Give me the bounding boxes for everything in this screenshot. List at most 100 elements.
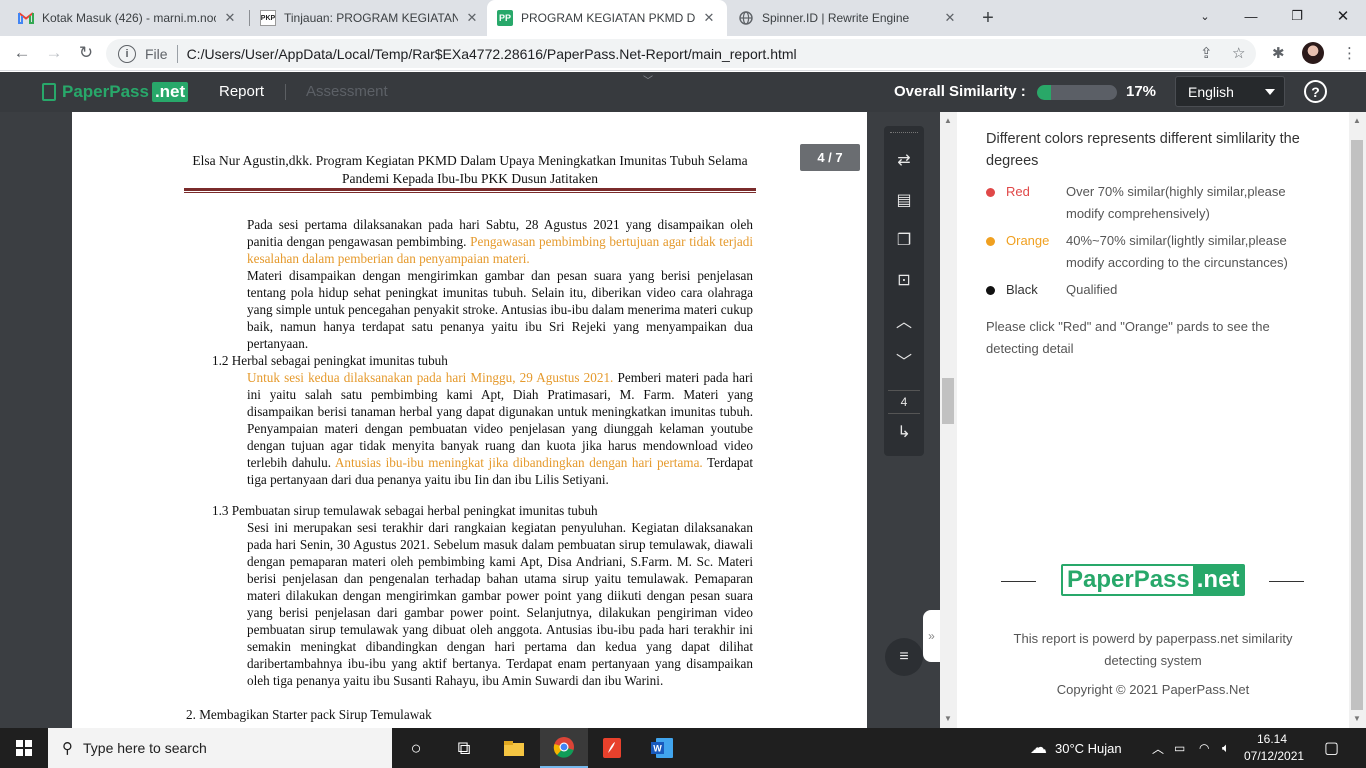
report-page: Elsa Nur Agustin,dkk. Program Kegiatan P…	[72, 112, 867, 728]
legend-black-name: Black	[1006, 282, 1038, 297]
scroll-up-arrow-icon[interactable]: ▲	[944, 116, 952, 125]
pkp-icon: PKP	[260, 10, 276, 26]
close-window-button[interactable]: ✕	[1320, 0, 1366, 32]
panel-scrollbar[interactable]: ▲ ▼	[1349, 112, 1366, 728]
minimize-button[interactable]: —	[1228, 0, 1274, 32]
chevron-up-icon[interactable]: ︿	[892, 308, 916, 332]
section-heading-1-2: 1.2 Herbal sebagai peningkat imunitas tu…	[212, 353, 448, 368]
nav-assessment[interactable]: Assessment	[306, 83, 388, 100]
wifi-icon[interactable]: ◠	[1199, 728, 1209, 768]
fit-page-icon[interactable]: ⊡	[892, 268, 916, 292]
language-value: English	[1188, 83, 1234, 100]
taskbar-clock[interactable]: 16.14 07/12/2021	[1244, 731, 1305, 765]
paragraph-session-2: Untuk sesi kedua dilaksanakan pada hari …	[247, 369, 753, 488]
orange-dot-icon	[986, 237, 995, 246]
legend-orange: Orange 40%~70% similar(lightly similar,p…	[986, 230, 1316, 274]
paragraph-session-1-materials: Materi disampaikan dengan mengirimkan ga…	[247, 268, 753, 351]
tab-spinner[interactable]: Spinner.ID | Rewrite Engine ✕	[728, 0, 968, 36]
go-to-page-icon[interactable]: ↳	[892, 420, 916, 444]
legend-red-name: Red	[1006, 184, 1030, 199]
extensions-icon[interactable]: ✱	[1272, 44, 1285, 62]
close-tab-icon[interactable]: ✕	[942, 10, 958, 26]
running-head-rule-thin	[184, 192, 756, 193]
scrollbar-thumb[interactable]	[1351, 140, 1363, 710]
footer-logo-text: PaperPass	[1067, 566, 1190, 593]
drag-grip[interactable]	[890, 132, 918, 135]
chevron-down-icon[interactable]: ﹀	[892, 348, 916, 372]
chrome-icon[interactable]	[540, 728, 588, 768]
legend-red: Red Over 70% similar(highly similar,plea…	[986, 181, 1316, 225]
scroll-down-arrow-icon[interactable]: ▼	[1353, 714, 1361, 723]
text-orange-match[interactable]: Antusias ibu-ibu meningkat jika dibandin…	[335, 455, 703, 470]
windows-taskbar: ⚲ Type here to search ○ ⧉ W ☁ 30°C Hujan…	[0, 728, 1366, 768]
paperpass-header: PaperPass .net Report Assessment ﹀ Overa…	[0, 72, 1366, 112]
collapse-chevron-icon[interactable]: ﹀	[643, 72, 653, 87]
page-indicator-badge: 4 / 7	[800, 144, 860, 171]
nav-divider	[285, 84, 286, 100]
similarity-legend-panel: Different colors represents different si…	[957, 112, 1349, 728]
new-tab-button[interactable]: +	[976, 6, 1000, 30]
legend-orange-name: Orange	[1006, 233, 1050, 248]
tab-title: Tinjauan: PROGRAM KEGIATAN P	[284, 11, 458, 25]
windows-start-icon[interactable]	[16, 740, 32, 756]
copy-icon[interactable]: ❐	[892, 228, 916, 252]
search-placeholder: Type here to search	[83, 740, 207, 756]
scroll-down-arrow-icon[interactable]: ▼	[944, 714, 952, 723]
close-tab-icon[interactable]: ✕	[701, 10, 717, 26]
address-bar[interactable]: i File C:/Users/User/AppData/Local/Temp/…	[106, 39, 1256, 68]
close-tab-icon[interactable]: ✕	[222, 10, 238, 26]
file-label: File	[145, 45, 168, 62]
document-icon	[42, 83, 56, 101]
info-icon[interactable]: i	[118, 44, 136, 63]
file-explorer-icon[interactable]	[490, 728, 538, 768]
tab-title: Kotak Masuk (426) - marni.m.noc	[42, 11, 216, 25]
tab-search-chevron-icon[interactable]: ⌄	[1182, 0, 1228, 32]
nav-report[interactable]: Report	[219, 83, 264, 100]
notification-icon[interactable]: ▢	[1324, 728, 1339, 768]
menu-icon[interactable]: ≡	[885, 638, 923, 676]
url-text[interactable]: C:/Users/User/AppData/Local/Temp/Rar$EXa…	[187, 46, 797, 62]
paperpass-logo[interactable]: PaperPass .net	[42, 82, 189, 102]
tab-program-kegiatan[interactable]: PP PROGRAM KEGIATAN PKMD DAL ✕	[487, 0, 727, 36]
text-orange-match[interactable]: Untuk sesi kedua dilaksanakan pada hari …	[247, 370, 613, 385]
tab-gmail[interactable]: Kotak Masuk (426) - marni.m.noc ✕	[8, 0, 248, 36]
clock-date: 07/12/2021	[1244, 749, 1305, 763]
viewer-toolbar: ⇄ ▤ ❐ ⊡ ︿ ﹀ 4 ↳	[884, 126, 924, 456]
detail-instruction: Please click "Red" and "Orange" pards to…	[986, 319, 1270, 356]
more-menu-icon[interactable]: ⋮	[1342, 44, 1357, 62]
running-head-rule	[184, 188, 756, 191]
svg-text:W: W	[653, 744, 662, 754]
footer-logo-net: .net	[1192, 566, 1244, 594]
back-arrow-icon[interactable]: ←	[9, 40, 35, 66]
search-icon: ⚲	[62, 740, 73, 757]
language-select[interactable]: English	[1175, 76, 1285, 107]
viewer-scrollbar[interactable]: ▲ ▼	[940, 112, 957, 728]
share-icon[interactable]: ⇪	[1200, 44, 1213, 62]
tray-chevron-icon[interactable]: ︿	[1152, 728, 1164, 768]
bookmark-star-icon[interactable]: ☆	[1232, 44, 1245, 62]
swap-icon[interactable]: ⇄	[892, 148, 916, 172]
cortana-circle-icon[interactable]: ○	[392, 728, 440, 768]
task-view-icon[interactable]: ⧉	[440, 728, 488, 768]
dropdown-caret-icon	[1265, 89, 1275, 95]
volume-icon[interactable]: 🔈︎	[1222, 728, 1230, 768]
scroll-up-arrow-icon[interactable]: ▲	[1353, 116, 1361, 125]
tab-tinjauan[interactable]: PKP Tinjauan: PROGRAM KEGIATAN P ✕	[250, 0, 490, 36]
word-icon[interactable]: W	[638, 728, 686, 768]
scrollbar-thumb[interactable]	[942, 378, 954, 424]
reload-icon[interactable]: ↻	[73, 40, 99, 66]
battery-icon[interactable]: ▭	[1174, 728, 1185, 768]
panel-toggle-chevron-icon[interactable]: »	[923, 610, 940, 662]
forward-arrow-icon[interactable]: →	[41, 40, 67, 66]
close-tab-icon[interactable]: ✕	[464, 10, 480, 26]
help-icon[interactable]: ?	[1304, 80, 1327, 103]
list-view-icon[interactable]: ▤	[892, 188, 916, 212]
paperpass-footer-logo: PaperPass .net	[1061, 564, 1246, 596]
maximize-button[interactable]: ❐	[1274, 0, 1320, 32]
pdf-reader-icon[interactable]	[588, 728, 636, 768]
page-number-input[interactable]: 4	[888, 390, 920, 414]
taskbar-search-box[interactable]: ⚲ Type here to search	[48, 728, 392, 768]
profile-avatar[interactable]	[1302, 42, 1324, 64]
similarity-value: 17%	[1126, 83, 1157, 100]
weather-widget[interactable]: ☁ 30°C Hujan	[1030, 728, 1122, 768]
